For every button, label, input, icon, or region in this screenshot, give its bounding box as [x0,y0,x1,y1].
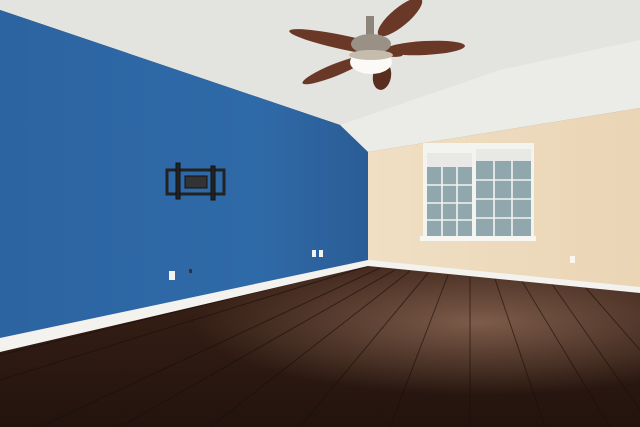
outlet [189,269,192,273]
outlet [312,250,316,257]
window [420,143,536,241]
outlet [570,256,575,263]
outlet [169,271,175,280]
outlet [319,250,323,257]
room-photo [0,0,640,427]
tv-wall-mount [165,162,226,201]
room-illustration [0,0,640,427]
